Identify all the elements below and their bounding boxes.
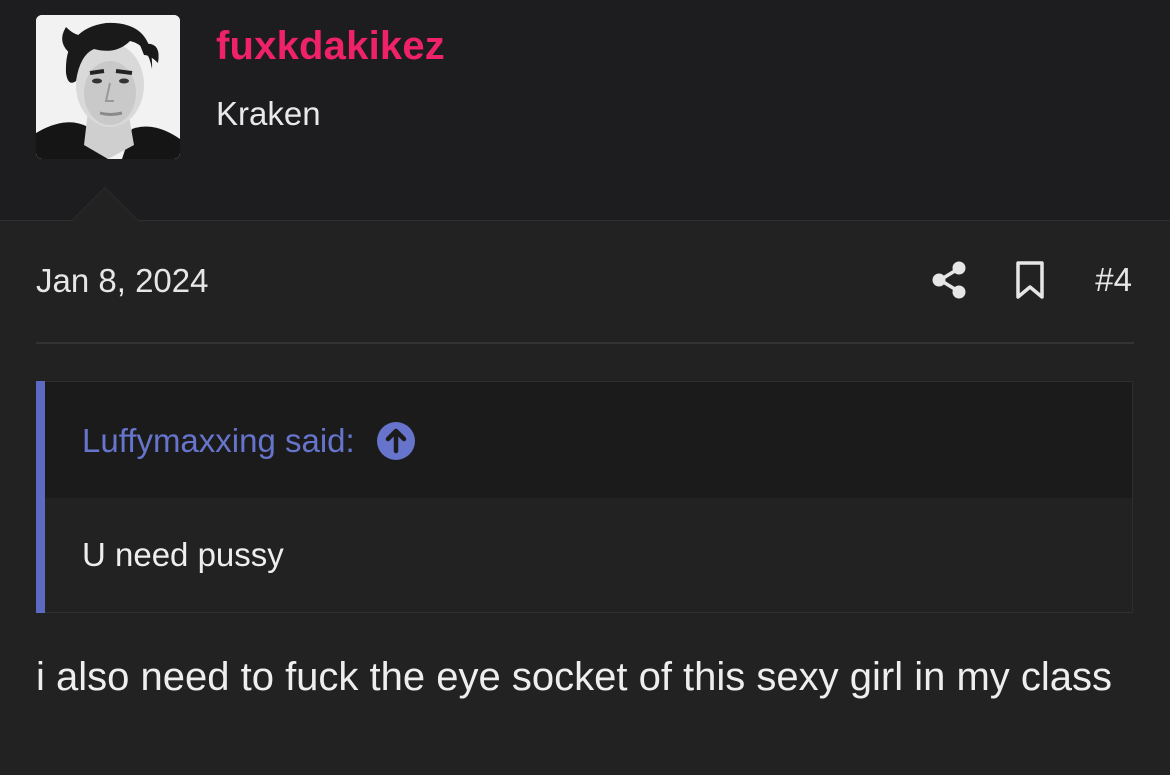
arrow-up-circle-icon[interactable] [376,422,415,460]
avatar[interactable] [36,15,180,159]
post-number[interactable]: #4 [1095,261,1132,299]
user-header: fuxkdakikez Kraken [0,0,1170,221]
avatar-image [36,15,180,159]
quote-author-label[interactable]: Luffymaxxing said: [82,422,355,460]
quote-text: U need pussy [82,536,284,573]
post-body: i also need to fuck the eye socket of th… [36,655,1113,699]
username[interactable]: fuxkdakikez [216,24,445,69]
post-actions: #4 [931,258,1132,302]
quote-header: Luffymaxxing said: [45,382,1132,498]
message-pointer [72,188,138,221]
quote-block: Luffymaxxing said: U need pussy [36,381,1133,613]
user-title: Kraken [216,95,321,132]
divider [36,342,1134,344]
quote-accent-bar [36,381,45,613]
quote-attribution[interactable]: Luffymaxxing said: [82,422,415,460]
post-date[interactable]: Jan 8, 2024 [36,262,208,300]
quote-body: U need pussy [45,498,1132,612]
post-container: fuxkdakikez Kraken Jan 8, 2024 #4 Luffym… [0,0,1170,775]
bookmark-icon[interactable] [1015,260,1045,300]
share-icon[interactable] [931,260,967,300]
